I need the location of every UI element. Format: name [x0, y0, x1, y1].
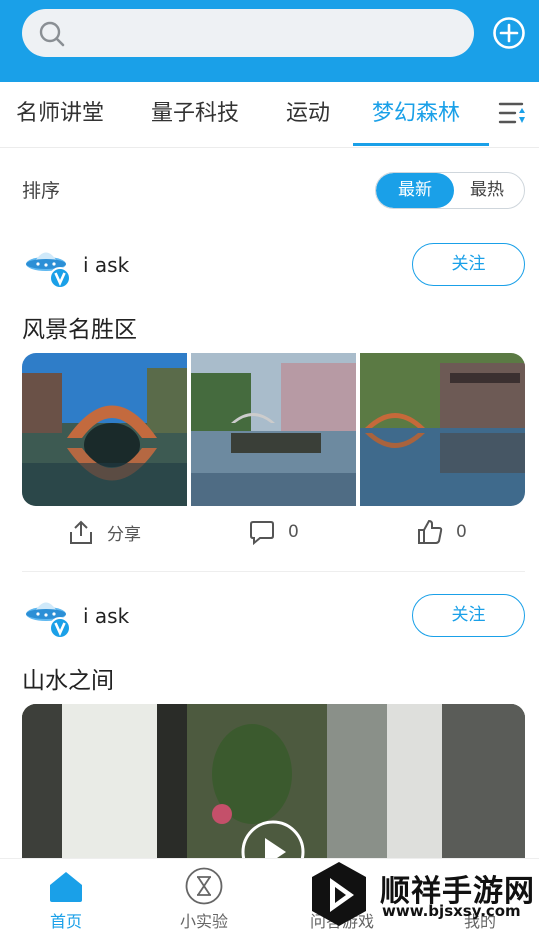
post-actions: 分享 0 0 — [0, 512, 539, 552]
post-divider — [22, 571, 525, 572]
watermark-url: www.bjsxsy.com — [382, 902, 521, 920]
site-watermark: 顺祥手游网 www.bjsxsy.com — [306, 858, 539, 931]
tab-quantum-tech[interactable]: 量子科技 — [151, 96, 239, 132]
video-thumbnail[interactable] — [22, 704, 525, 864]
nav-experiments-label: 小实验 — [179, 912, 228, 931]
search-icon — [39, 21, 65, 47]
avatar[interactable] — [24, 242, 72, 290]
hourglass-icon — [185, 867, 223, 905]
search-bar[interactable] — [22, 9, 474, 57]
comment-count: 0 — [288, 522, 299, 542]
share-icon — [70, 520, 92, 544]
post-title[interactable]: 风景名胜区 — [22, 310, 137, 344]
follow-button[interactable]: 关注 — [412, 594, 525, 637]
tab-sports[interactable]: 运动 — [286, 96, 330, 132]
gallery-image[interactable] — [191, 353, 356, 506]
plus-circle-icon[interactable] — [492, 16, 526, 50]
nav-home-label: 首页 — [49, 912, 82, 931]
active-tab-indicator — [353, 143, 489, 146]
nav-home[interactable]: 首页 — [16, 859, 116, 931]
thumbs-up-icon — [418, 519, 443, 544]
sort-newest-button[interactable]: 最新 — [376, 173, 454, 208]
gallery-image[interactable] — [22, 353, 187, 506]
tab-teacher-lecture[interactable]: 名师讲堂 — [16, 96, 104, 132]
nav-experiments[interactable]: 小实验 — [154, 859, 254, 931]
follow-button[interactable]: 关注 — [412, 243, 525, 286]
gallery-image[interactable] — [360, 353, 525, 506]
avatar[interactable] — [24, 592, 72, 640]
like-count: 0 — [456, 522, 467, 542]
share-button[interactable]: 分享 — [67, 512, 141, 552]
author-name[interactable]: i ask — [83, 253, 129, 277]
video-frame — [22, 704, 525, 864]
watermark-logo-icon — [312, 862, 366, 926]
comment-icon — [250, 521, 274, 546]
like-button[interactable]: 0 — [416, 512, 467, 552]
sort-hottest-button[interactable]: 最热 — [448, 173, 524, 208]
comment-button[interactable]: 0 — [248, 512, 299, 552]
post-title[interactable]: 山水之间 — [22, 661, 114, 695]
share-label: 分享 — [107, 524, 141, 545]
tab-dream-forest[interactable]: 梦幻森林 — [372, 96, 460, 132]
category-tabs: 名师讲堂 量子科技 运动 梦幻森林 — [0, 82, 539, 148]
sort-label: 排序 — [22, 180, 61, 202]
sort-menu-icon[interactable] — [498, 99, 528, 129]
image-gallery[interactable] — [22, 353, 525, 506]
home-icon — [50, 872, 82, 902]
top-header — [0, 0, 539, 82]
sort-toggle: 最新 最热 — [375, 172, 525, 209]
author-name[interactable]: i ask — [83, 604, 129, 628]
